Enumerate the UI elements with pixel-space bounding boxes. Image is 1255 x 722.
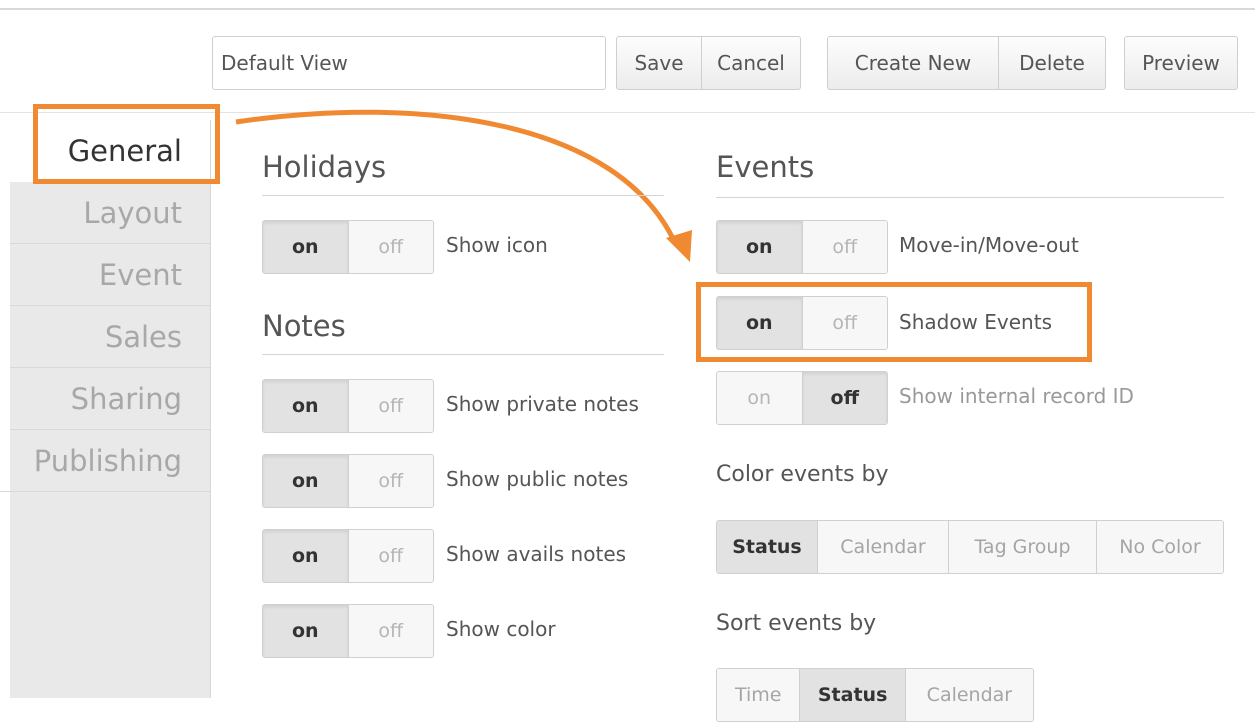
toggle-on[interactable]: on — [717, 221, 803, 273]
toggle-off[interactable]: off — [802, 297, 887, 349]
sort-events-by-label: Sort events by — [716, 611, 877, 636]
toggle-off[interactable]: off — [348, 455, 433, 507]
notes-rule — [262, 354, 664, 355]
color-option-calendar[interactable]: Calendar — [818, 521, 949, 573]
avails-notes-label: Show avails notes — [446, 542, 627, 566]
toggle-off[interactable]: off — [802, 221, 887, 273]
toggle-on[interactable]: on — [263, 530, 349, 582]
events-rule — [716, 197, 1224, 198]
public-notes-toggle[interactable]: on off — [262, 454, 434, 508]
show-color-toggle[interactable]: on off — [262, 604, 434, 658]
toggle-off[interactable]: off — [348, 380, 433, 432]
notes-heading: Notes — [262, 309, 346, 343]
private-notes-toggle[interactable]: on off — [262, 379, 434, 433]
toggle-off[interactable]: off — [348, 530, 433, 582]
public-notes-label: Show public notes — [446, 467, 629, 491]
show-icon-toggle[interactable]: on off — [262, 220, 434, 274]
color-events-by-label: Color events by — [716, 462, 889, 487]
toggle-off[interactable]: off — [348, 605, 433, 657]
color-option-no-color[interactable]: No Color — [1097, 521, 1223, 573]
internal-id-toggle[interactable]: on off — [716, 371, 888, 425]
avails-notes-toggle[interactable]: on off — [262, 529, 434, 583]
show-icon-label: Show icon — [446, 233, 548, 257]
holidays-heading: Holidays — [262, 150, 387, 184]
move-in-out-toggle[interactable]: on off — [716, 220, 888, 274]
toggle-on[interactable]: on — [263, 605, 349, 657]
internal-id-label: Show internal record ID — [899, 384, 1134, 408]
events-heading: Events — [716, 150, 815, 184]
toggle-off[interactable]: off — [802, 372, 887, 424]
show-color-label: Show color — [446, 617, 556, 641]
toggle-on[interactable]: on — [717, 372, 803, 424]
toggle-off[interactable]: off — [348, 221, 433, 273]
sort-option-time[interactable]: Time — [717, 669, 801, 721]
annotation-arrow — [235, 109, 692, 262]
toggle-on[interactable]: on — [263, 221, 349, 273]
sort-events-by-selector: Time Status Calendar — [716, 668, 1034, 722]
toggle-on[interactable]: on — [263, 455, 349, 507]
sort-option-calendar[interactable]: Calendar — [905, 669, 1033, 721]
color-option-tag-group[interactable]: Tag Group — [949, 521, 1097, 573]
sort-option-status[interactable]: Status — [800, 669, 906, 721]
toggle-on[interactable]: on — [263, 380, 349, 432]
color-events-by-selector: Status Calendar Tag Group No Color — [716, 520, 1224, 574]
private-notes-label: Show private notes — [446, 392, 639, 416]
holidays-rule — [262, 195, 664, 196]
shadow-events-toggle[interactable]: on off — [716, 296, 888, 350]
toggle-on[interactable]: on — [717, 297, 803, 349]
shadow-events-label: Shadow Events — [899, 310, 1052, 334]
move-in-out-label: Move-in/Move-out — [899, 233, 1079, 257]
color-option-status[interactable]: Status — [717, 521, 818, 573]
